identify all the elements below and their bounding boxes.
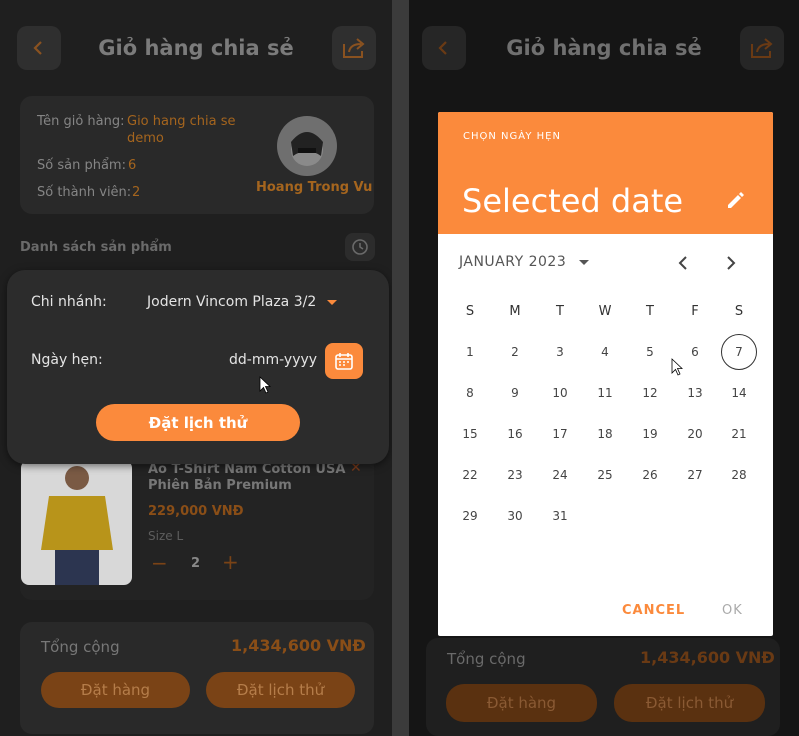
total-value-2: 1,434,600 VNĐ [640, 648, 775, 667]
date-picker-dialog: CHỌN NGÀY HẸN Selected date JANUARY 2023… [438, 112, 773, 636]
weekday-label: T [646, 304, 654, 319]
avatar [277, 116, 337, 176]
day-cell[interactable]: 30 [498, 499, 532, 533]
product-price: 229,000 VNĐ [148, 504, 244, 519]
weekday-label: M [509, 304, 521, 319]
product-size: Size L [148, 529, 184, 543]
product-count-value: 6 [128, 158, 137, 173]
dialog-overline: CHỌN NGÀY HẸN [463, 131, 561, 142]
product-name-2: Phiên Bản Premium [148, 478, 292, 493]
day-cell[interactable]: 14 [722, 376, 756, 410]
branch-label: Chi nhánh: [31, 294, 107, 310]
share-icon [751, 38, 773, 58]
total-label: Tổng cộng [41, 638, 120, 656]
today-day-cell[interactable]: 7 [721, 334, 757, 370]
prev-month-icon[interactable] [676, 255, 690, 271]
day-cell[interactable]: 11 [588, 376, 622, 410]
total-value: 1,434,600 VNĐ [231, 636, 366, 655]
cart-info-card: Tên giỏ hàng: Gio hang chia se demo Số s… [20, 96, 374, 214]
day-cell[interactable]: 28 [722, 458, 756, 492]
minus-icon[interactable]: − [151, 551, 168, 575]
next-month-icon[interactable] [724, 255, 738, 271]
day-cell[interactable]: 22 [453, 458, 487, 492]
product-list-title: Danh sách sản phẩm [20, 240, 172, 255]
share-button-2[interactable] [740, 26, 784, 70]
quantity-value: 2 [191, 556, 201, 571]
history-button[interactable] [345, 233, 375, 261]
weekday-label: W [598, 304, 612, 319]
product-image [21, 460, 132, 585]
day-cell[interactable]: 23 [498, 458, 532, 492]
calendar-icon [335, 353, 353, 370]
day-cell[interactable]: 2 [498, 335, 532, 369]
cursor-icon [671, 358, 683, 376]
weekday-label: S [734, 304, 744, 319]
day-cell[interactable]: 5 [633, 335, 667, 369]
history-icon [352, 239, 368, 255]
dialog-headline: Selected date [462, 182, 684, 220]
book-trial-button[interactable]: Đặt lịch thử [96, 404, 300, 441]
caret-down-icon [326, 299, 337, 305]
date-input[interactable]: dd-mm-yyyy [229, 352, 317, 368]
day-cell[interactable]: 24 [543, 458, 577, 492]
cancel-button[interactable]: CANCEL [622, 603, 685, 618]
day-cell[interactable]: 29 [453, 499, 487, 533]
order-button-2[interactable]: Đặt hàng [446, 684, 597, 722]
date-label: Ngày hẹn: [31, 352, 103, 368]
day-cell[interactable]: 18 [588, 417, 622, 451]
cursor-icon [259, 376, 271, 394]
month-label: JANUARY 2023 [459, 254, 567, 270]
order-button[interactable]: Đặt hàng [41, 672, 190, 708]
day-cell[interactable]: 6 [678, 335, 712, 369]
booking-sheet: Chi nhánh: Jodern Vincom Plaza 3/2 Ngày … [7, 270, 389, 464]
day-cell[interactable]: 21 [722, 417, 756, 451]
day-cell[interactable]: 4 [588, 335, 622, 369]
plus-icon[interactable]: + [222, 550, 239, 574]
calendar-button[interactable] [325, 343, 363, 379]
cart-name-value-1: Gio hang chia se [127, 114, 236, 129]
total-label-2: Tổng cộng [447, 650, 526, 668]
day-cell[interactable]: 25 [588, 458, 622, 492]
product-card: Áo T-Shirt Nam Cotton USA Phiên Bản Prem… [20, 440, 374, 600]
left-screen: Giỏ hàng chia sẻ Tên giỏ hàng: Gio hang … [0, 0, 392, 736]
share-button[interactable] [332, 26, 376, 70]
branch-value: Jodern Vincom Plaza 3/2 [147, 294, 317, 310]
day-cell[interactable]: 9 [498, 376, 532, 410]
branch-select[interactable]: Jodern Vincom Plaza 3/2 [147, 294, 337, 310]
cart-name-value-2: demo [127, 131, 164, 146]
caret-down-icon [579, 259, 590, 265]
member-count-label: Số thành viên: [37, 185, 132, 200]
day-cell[interactable]: 1 [453, 335, 487, 369]
dialog-header: CHỌN NGÀY HẸN Selected date [438, 112, 773, 234]
day-cell[interactable]: 15 [453, 417, 487, 451]
ok-button[interactable]: OK [722, 603, 743, 618]
share-icon [343, 38, 365, 58]
day-cell[interactable]: 8 [453, 376, 487, 410]
day-cell[interactable]: 19 [633, 417, 667, 451]
day-cell[interactable]: 17 [543, 417, 577, 451]
day-cell[interactable]: 26 [633, 458, 667, 492]
day-cell[interactable]: 20 [678, 417, 712, 451]
day-cell[interactable]: 12 [633, 376, 667, 410]
day-cell[interactable]: 3 [543, 335, 577, 369]
day-cell[interactable]: 31 [543, 499, 577, 533]
product-count-label: Số sản phẩm: [37, 158, 126, 173]
edit-icon[interactable] [725, 191, 745, 211]
book-trial-button-2[interactable]: Đặt lịch thử [614, 684, 765, 722]
weekday-label: T [556, 304, 564, 319]
product-name-1: Áo T-Shirt Nam Cotton USA [148, 462, 346, 477]
member-count-value: 2 [132, 185, 141, 200]
day-cell[interactable]: 13 [678, 376, 712, 410]
owner-name: Hoang Trong Vu [256, 180, 373, 195]
weekday-label: S [465, 304, 475, 319]
weekday-label: F [691, 304, 699, 319]
cart-name-label: Tên giỏ hàng: [37, 114, 125, 129]
month-selector[interactable]: JANUARY 2023 [459, 254, 590, 270]
day-cell[interactable]: 10 [543, 376, 577, 410]
day-cell[interactable]: 16 [498, 417, 532, 451]
book-trial-button-bottom[interactable]: Đặt lịch thử [206, 672, 355, 708]
day-cell[interactable]: 27 [678, 458, 712, 492]
